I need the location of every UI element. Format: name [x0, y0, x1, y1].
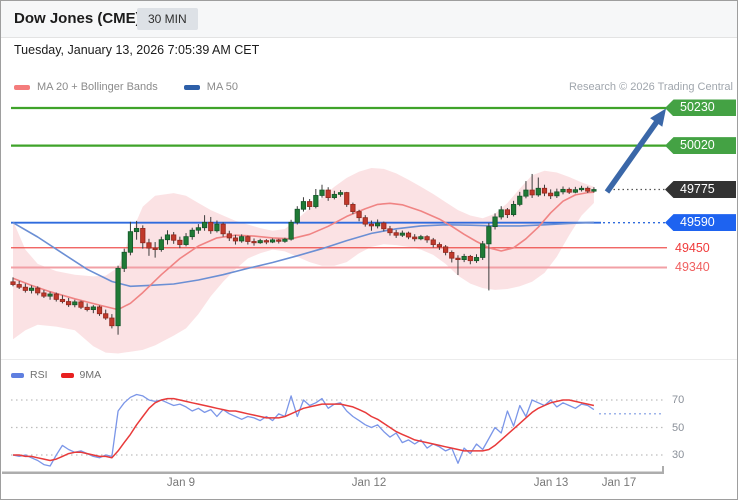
research-watermark: Research © 2026 Trading Central — [568, 81, 733, 93]
timeframe-badge[interactable]: 30 MIN — [137, 8, 198, 30]
main-chart-legend: MA 20 + Bollinger Bands MA 50 — [14, 81, 238, 93]
rsi-legend-swatch — [11, 372, 24, 378]
x-axis-end-tick — [662, 466, 664, 472]
bollinger-band-fill — [13, 168, 594, 354]
legend-item-ma50: MA 50 — [183, 81, 238, 93]
chart-widget: Dow Jones (CME) 30 MIN Tuesday, January … — [0, 0, 738, 500]
legend-item-ma20-bollinger: MA 20 + Bollinger Bands — [14, 81, 158, 93]
price-chart-canvas[interactable] — [1, 1, 738, 500]
legend-label: MA 50 — [206, 81, 238, 93]
ma20-legend-swatch — [14, 84, 30, 90]
panel-divider — [1, 359, 737, 360]
symbol-title: Dow Jones (CME) — [14, 10, 141, 27]
rsi-ma-line — [13, 397, 595, 462]
chart-header: Dow Jones (CME) 30 MIN — [1, 1, 737, 38]
rsi-panel-legend: RSI 9MA — [11, 369, 101, 381]
rsi-ma-legend-swatch — [60, 372, 74, 378]
legend-label: 9MA — [79, 369, 102, 381]
x-axis-bar — [2, 471, 664, 474]
legend-label: MA 20 + Bollinger Bands — [37, 81, 158, 93]
legend-item-rsi: RSI — [11, 369, 48, 381]
ma50-legend-swatch — [183, 84, 200, 90]
legend-label: RSI — [30, 369, 48, 381]
forecast-arrow-shaft — [604, 119, 660, 194]
legend-item-9ma: 9MA — [60, 369, 102, 381]
chart-timestamp: Tuesday, January 13, 2026 7:05:39 AM CET — [14, 43, 260, 57]
